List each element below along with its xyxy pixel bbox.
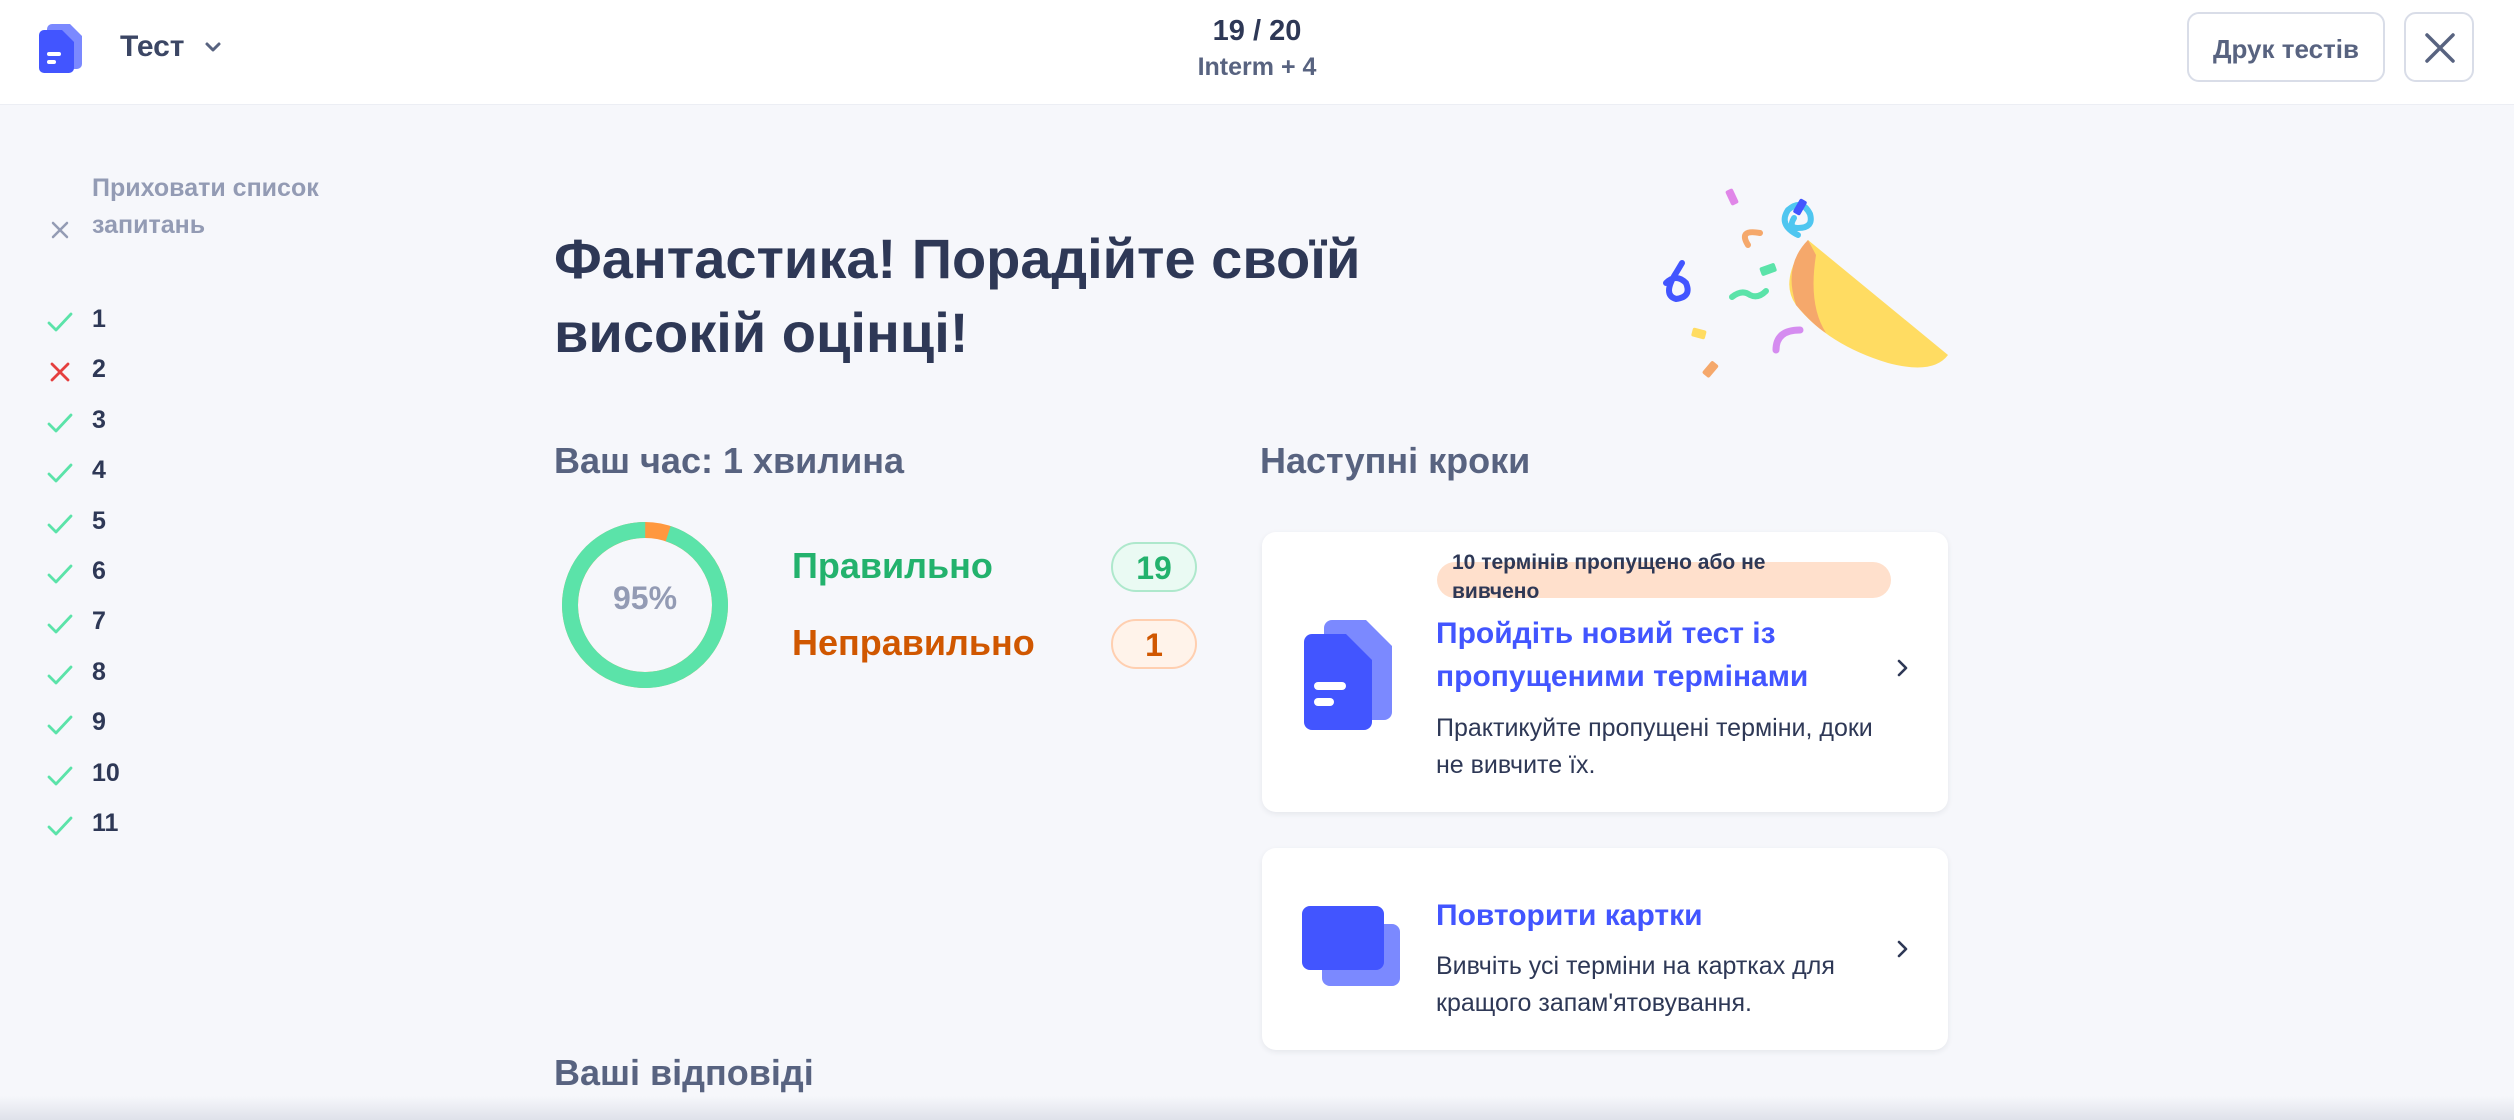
question-list-item[interactable]: 10 (44, 754, 244, 804)
hide-question-list-label: Приховати список запитань (92, 174, 319, 239)
close-icon (2425, 33, 2455, 63)
incorrect-count-badge: 1 (1111, 619, 1197, 669)
chevron-right-icon[interactable] (1890, 656, 1914, 680)
progress-count: 19 / 20 (1212, 15, 1302, 47)
question-list-item[interactable]: 8 (44, 653, 244, 703)
question-list-item[interactable]: 1 (44, 300, 244, 350)
retake-missed-terms-card[interactable]: 10 термінів пропущено або не вивчено Про… (1262, 532, 1948, 812)
question-number: 2 (92, 355, 106, 384)
question-list: 1 2 3 4 5 6 7 8 9 10 11 (44, 300, 244, 854)
question-number: 10 (92, 758, 120, 787)
hide-question-list-toggle[interactable]: Приховати список запитань (44, 170, 344, 250)
check-icon (47, 816, 73, 836)
question-number: 9 (92, 708, 106, 737)
close-button[interactable] (2404, 12, 2474, 82)
close-icon (51, 221, 69, 239)
next-steps-title: Наступні кроки (1260, 440, 1531, 481)
question-number: 4 (92, 456, 106, 485)
question-list-item[interactable]: 9 (44, 703, 244, 753)
party-popper-icon (1663, 188, 1948, 378)
question-number: 3 (92, 405, 106, 434)
question-list-item[interactable]: 3 (44, 401, 244, 451)
correct-count-badge: 19 (1111, 542, 1197, 592)
question-number: 6 (92, 556, 106, 585)
bottom-shadow (0, 1096, 2514, 1120)
question-number: 5 (92, 506, 106, 535)
question-number: 1 (92, 305, 106, 333)
test-document-icon (1304, 620, 1392, 730)
score-percent-label: 95% (612, 580, 678, 616)
incorrect-label: Неправильно (792, 622, 1035, 663)
your-answers-title: Ваші відповіді (554, 1052, 814, 1093)
flashcards-description: Вивчіть усі терміни на картках для кращо… (1436, 952, 1835, 1017)
question-number: 8 (92, 657, 106, 686)
print-tests-button[interactable]: Друк тестів (2187, 12, 2385, 82)
question-number: 11 (92, 808, 119, 837)
question-list-item[interactable]: 2 (44, 350, 244, 400)
check-icon (47, 766, 73, 785)
check-icon (47, 564, 73, 584)
test-mode-icon[interactable] (38, 22, 86, 74)
question-list-item[interactable]: 4 (44, 451, 244, 501)
check-icon (47, 312, 73, 332)
check-icon (47, 514, 73, 533)
check-icon (47, 614, 73, 634)
check-icon (47, 665, 73, 685)
check-icon (47, 413, 73, 433)
check-icon (47, 463, 73, 483)
check-icon (47, 715, 73, 735)
correct-label: Правильно (792, 545, 993, 586)
flashcards-icon (1302, 906, 1400, 986)
progress-indicator: 19 / 20 Interm + 4 (1057, 12, 1457, 84)
results-headline: Фантастика! Порадійте своїй високій оцін… (554, 227, 1361, 364)
flashcards-title[interactable]: Повторити картки (1436, 894, 1896, 937)
mode-selector-label[interactable]: Тест (120, 30, 185, 64)
time-taken-label: Ваш час: 1 хвилина (554, 440, 905, 481)
retake-test-description: Практикуйте пропущені терміни, доки не в… (1436, 714, 1873, 779)
review-flashcards-card[interactable]: Повторити картки Вивчіть усі терміни на … (1262, 848, 1948, 1050)
chevron-right-icon[interactable] (1890, 937, 1914, 961)
question-list-item[interactable]: 11 (44, 804, 244, 854)
retake-test-title[interactable]: Пройдіть новий тест із пропущеними термі… (1436, 612, 1896, 698)
question-number: 7 (92, 607, 106, 636)
chevron-down-icon[interactable] (200, 34, 226, 60)
question-list-item[interactable]: 7 (44, 602, 244, 652)
question-list-item[interactable]: 5 (44, 502, 244, 552)
top-bar: Тест 19 / 20 Interm + 4 Друк тестів (0, 0, 2514, 105)
missed-terms-banner-text: 10 термінів пропущено або не вивчено (1452, 551, 1766, 603)
study-set-name: Interm + 4 (1197, 53, 1317, 81)
cross-icon (50, 362, 70, 382)
question-list-item[interactable]: 6 (44, 552, 244, 602)
